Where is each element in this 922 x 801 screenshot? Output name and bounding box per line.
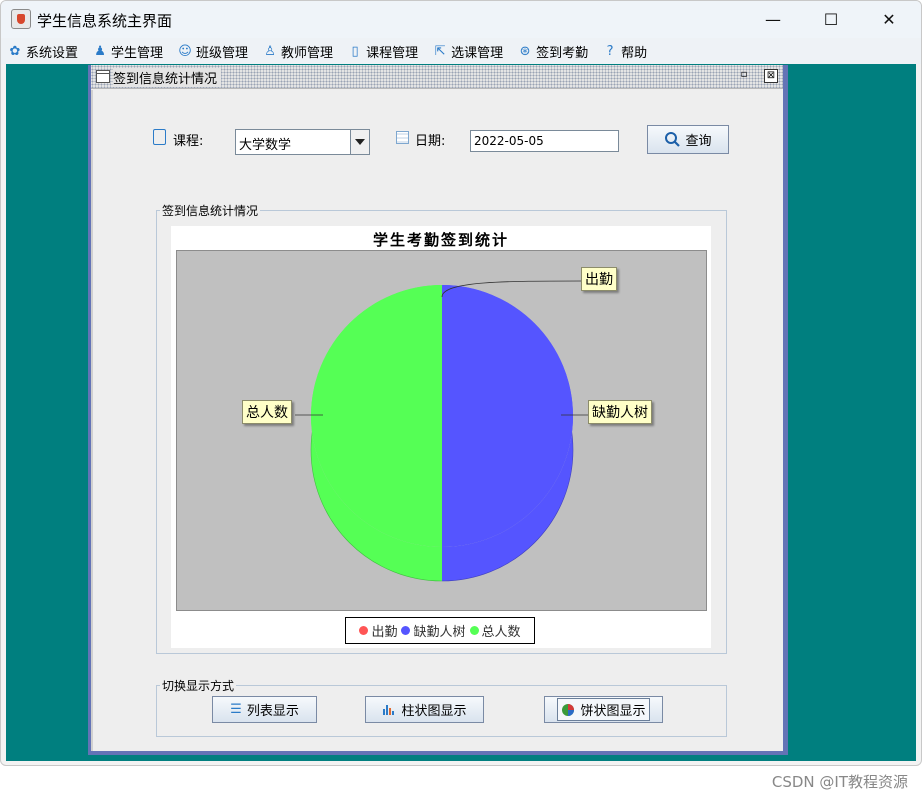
- menu-label: 班级管理: [196, 45, 249, 61]
- csdn-watermark: CSDN @IT教程资源: [771, 773, 908, 791]
- internal-frame-body: 签到信息统计情况 ▫ ⊠ 课程: 大学数学 日期: 2022-05-05 查询 …: [91, 65, 783, 751]
- menu-label: 学生管理: [111, 45, 164, 61]
- help-icon: ?: [606, 43, 614, 59]
- menu-label: 选课管理: [451, 45, 504, 61]
- menu-help[interactable]: ? 帮助: [602, 42, 647, 61]
- chart-plot-area: [176, 250, 707, 611]
- chart-legend: 出勤 缺勤人树 总人数: [345, 617, 535, 644]
- pie-chart-view-button[interactable]: 饼状图显示: [544, 696, 663, 723]
- switch-group-title: 切换显示方式: [160, 677, 237, 694]
- pie-chart-view-label: 饼状图显示: [580, 704, 646, 719]
- main-window: 学生信息系统主界面 — ☐ ✕ ✿ 系统设置 ♟ 学生管理 ☺ 班级管理 ♙ 教…: [0, 0, 922, 766]
- list-view-button[interactable]: ☰ 列表显示: [212, 696, 317, 723]
- switch-display-group: 切换显示方式 ☰ 列表显示 柱状图显示 饼状图显示: [156, 677, 727, 737]
- pie-button-inner: 饼状图显示: [557, 698, 650, 721]
- menu-class-management[interactable]: ☺ 班级管理: [177, 42, 248, 61]
- legend-dot: [401, 626, 411, 635]
- date-label: 日期:: [415, 134, 446, 149]
- menu-bar: ✿ 系统设置 ♟ 学生管理 ☺ 班级管理 ♙ 教师管理 ▯ 课程管理 ⇱ 选课管…: [1, 38, 921, 64]
- legend-label: 出勤: [371, 625, 398, 640]
- internal-frame-title-bar[interactable]: 签到信息统计情况 ▫ ⊠: [91, 65, 783, 89]
- java-app-icon: [11, 9, 31, 29]
- calendar-icon: [396, 131, 409, 144]
- maximize-button[interactable]: ☐: [801, 1, 861, 38]
- list-view-label: 列表显示: [246, 704, 299, 719]
- legend-item-total: 总人数: [469, 621, 521, 640]
- course-book-icon: [153, 129, 166, 145]
- window-title: 学生信息系统主界面: [37, 12, 173, 30]
- legend-dot: [469, 626, 479, 635]
- minimize-button[interactable]: —: [743, 1, 803, 38]
- query-button-label: 查询: [685, 134, 712, 149]
- internal-frame-title: 签到信息统计情况: [113, 68, 222, 87]
- legend-dot: [359, 626, 369, 635]
- bar-chart-view-button[interactable]: 柱状图显示: [365, 696, 484, 723]
- menu-course-selection[interactable]: ⇱ 选课管理: [432, 42, 503, 61]
- menu-course-management[interactable]: ▯ 课程管理: [347, 42, 418, 61]
- chart-title: 学生考勤签到统计: [372, 231, 509, 249]
- legend-label: 总人数: [481, 625, 521, 640]
- title-bar: 学生信息系统主界面 — ☐ ✕: [1, 1, 921, 38]
- query-button[interactable]: 查询: [647, 125, 729, 154]
- frame-content: 课程: 大学数学 日期: 2022-05-05 查询 签到信息统计情况 学生考勤…: [91, 90, 783, 751]
- restore-icon[interactable]: ▫: [737, 69, 751, 83]
- menu-label: 课程管理: [366, 45, 419, 61]
- course-label: 课程:: [173, 134, 204, 149]
- legend-item-absent: 缺勤人树: [401, 621, 466, 640]
- pie-label-absent: 缺勤人树: [588, 400, 652, 424]
- desktop-pane: 签到信息统计情况 ▫ ⊠ 课程: 大学数学 日期: 2022-05-05 查询 …: [6, 64, 916, 761]
- pie-chart-svg: [295, 280, 589, 582]
- menu-student-management[interactable]: ♟ 学生管理: [92, 42, 163, 61]
- gear-icon: ✿: [9, 43, 21, 59]
- legend-label: 缺勤人树: [413, 625, 466, 640]
- class-group-icon: ☺: [178, 43, 192, 59]
- pie-label-total: 总人数: [242, 400, 292, 424]
- legend-item-present: 出勤: [359, 621, 397, 640]
- menu-system-settings[interactable]: ✿ 系统设置: [7, 42, 78, 61]
- menu-label: 签到考勤: [536, 45, 589, 61]
- internal-frame: 签到信息统计情况 ▫ ⊠ 课程: 大学数学 日期: 2022-05-05 查询 …: [88, 65, 788, 755]
- menu-checkin-attendance[interactable]: ⊛ 签到考勤: [517, 42, 588, 61]
- menu-label: 帮助: [621, 45, 648, 61]
- menu-teacher-management[interactable]: ♙ 教师管理: [262, 42, 333, 61]
- frame-window-icon: [96, 70, 110, 83]
- menu-label: 系统设置: [26, 45, 79, 61]
- frame-close-icon[interactable]: ⊠: [764, 69, 778, 83]
- student-icon: ♟: [94, 43, 106, 59]
- list-icon: ☰: [230, 702, 242, 717]
- stats-group-box: 签到信息统计情况 学生考勤签到统计 出勤 缺勤人树 总人数 出勤 缺勤人树 总人…: [156, 202, 727, 654]
- checkin-icon: ⊛: [519, 43, 531, 59]
- bar-chart-icon: [383, 705, 395, 715]
- bar-chart-view-label: 柱状图显示: [401, 704, 467, 719]
- chevron-down-icon[interactable]: [350, 130, 369, 154]
- stats-group-title: 签到信息统计情况: [160, 202, 261, 219]
- pie-label-present: 出勤: [581, 267, 617, 291]
- book-icon: ▯: [351, 43, 359, 59]
- cursor-select-icon: ⇱: [434, 43, 446, 59]
- menu-label: 教师管理: [281, 45, 334, 61]
- course-combobox[interactable]: 大学数学: [235, 129, 370, 155]
- search-icon: [665, 132, 681, 147]
- close-button[interactable]: ✕: [859, 1, 919, 38]
- teacher-icon: ♙: [264, 43, 276, 59]
- date-input[interactable]: 2022-05-05: [470, 130, 619, 152]
- course-selected-value: 大学数学: [239, 138, 292, 153]
- pie-chart-panel: 学生考勤签到统计 出勤 缺勤人树 总人数 出勤 缺勤人树 总人数: [171, 226, 711, 648]
- pie-chart-icon: [562, 703, 575, 716]
